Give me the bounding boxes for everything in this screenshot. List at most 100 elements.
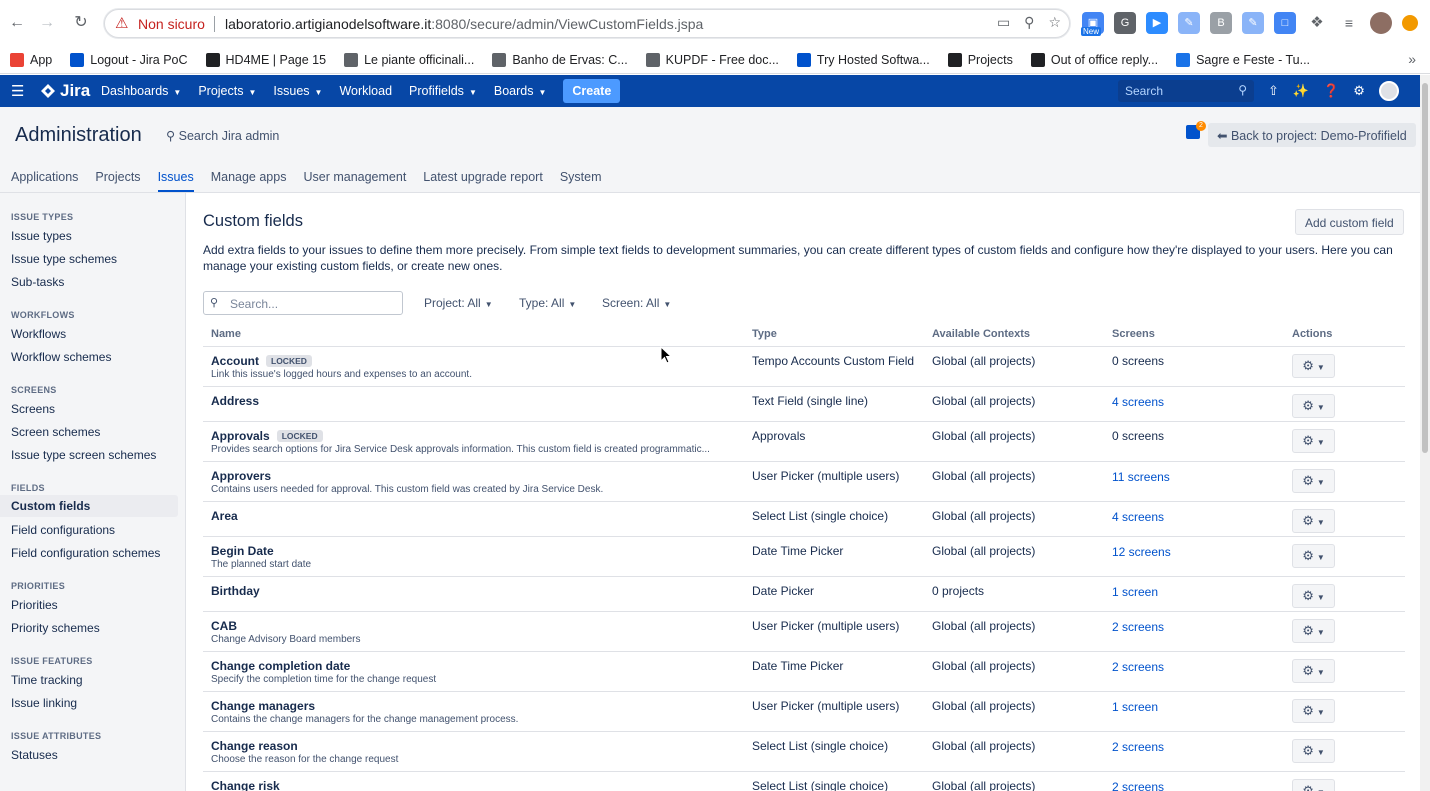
- bookmark-item[interactable]: HD4ME | Page 15: [205, 52, 326, 67]
- nav-menu-profifields[interactable]: Profifields ▼: [409, 84, 477, 98]
- tab-issues[interactable]: Issues: [157, 170, 194, 192]
- extension-icon[interactable]: ✎: [1178, 12, 1200, 34]
- sidebar-item-issue-types[interactable]: Issue types: [11, 229, 72, 243]
- bookmark-item[interactable]: App: [10, 52, 52, 67]
- sidebar-item-statuses[interactable]: Statuses: [11, 748, 58, 762]
- field-screens-link[interactable]: 1 screen: [1112, 585, 1158, 599]
- back-arrow-icon[interactable]: ←: [6, 12, 28, 34]
- actions-button[interactable]: ⚙▼: [1292, 544, 1335, 568]
- bookmark-star-icon[interactable]: ☆: [1048, 14, 1061, 31]
- actions-button[interactable]: ⚙▼: [1292, 779, 1335, 791]
- forward-arrow-icon[interactable]: →: [36, 12, 58, 34]
- actions-button[interactable]: ⚙▼: [1292, 739, 1335, 763]
- field-screens-link[interactable]: 12 screens: [1112, 545, 1171, 559]
- extension-icon[interactable]: ✎: [1242, 12, 1264, 34]
- bookmark-item[interactable]: Le piante officinali...: [344, 52, 474, 67]
- actions-button[interactable]: ⚙▼: [1292, 699, 1335, 723]
- page-scrollbar[interactable]: [1420, 75, 1430, 791]
- actions-button[interactable]: ⚙▼: [1292, 659, 1335, 683]
- field-name[interactable]: Change managers: [211, 699, 315, 713]
- field-screens-link[interactable]: 1 screen: [1112, 700, 1158, 714]
- sidebar-item-field-configurations[interactable]: Field configurations: [11, 523, 115, 537]
- bookmark-item[interactable]: Out of office reply...: [1030, 52, 1158, 67]
- nav-menu-dashboards[interactable]: Dashboards ▼: [101, 84, 181, 98]
- field-screens-link[interactable]: 11 screens: [1112, 470, 1170, 484]
- tab-manage-apps[interactable]: Manage apps: [211, 170, 287, 192]
- sidebar-item-screens[interactable]: Screens: [11, 402, 55, 416]
- actions-button[interactable]: ⚙▼: [1292, 429, 1335, 453]
- sidebar-item-custom-fields[interactable]: Custom fields: [0, 495, 178, 517]
- field-search-input[interactable]: ⚲ Search...: [203, 291, 403, 315]
- reading-list-icon[interactable]: ≡: [1338, 12, 1360, 34]
- scroll-thumb[interactable]: [1422, 83, 1428, 453]
- field-name[interactable]: CAB: [211, 619, 237, 633]
- field-name[interactable]: Area: [211, 509, 238, 523]
- field-name[interactable]: Approvers: [211, 469, 271, 483]
- sidebar-item-screen-schemes[interactable]: Screen schemes: [11, 425, 100, 439]
- insecure-label[interactable]: Non sicuro: [138, 16, 205, 32]
- nav-menu-projects[interactable]: Projects ▼: [198, 84, 256, 98]
- add-custom-field-button[interactable]: Add custom field: [1295, 209, 1404, 235]
- url-text[interactable]: laboratorio.artigianodelsoftware.it:8080…: [225, 16, 703, 32]
- profile-avatar[interactable]: [1370, 12, 1392, 34]
- field-name[interactable]: Birthday: [211, 584, 260, 598]
- update-icon[interactable]: [1402, 15, 1418, 31]
- field-screens-link[interactable]: 4 screens: [1112, 395, 1164, 409]
- sidebar-item-issue-linking[interactable]: Issue linking: [11, 696, 77, 710]
- admin-search-link[interactable]: ⚲ Search Jira admin: [166, 128, 279, 143]
- type-filter[interactable]: Type: All ▼: [519, 296, 576, 310]
- avatar[interactable]: [1378, 81, 1399, 101]
- field-screens-link[interactable]: 2 screens: [1112, 740, 1164, 754]
- cast-icon[interactable]: ▭: [997, 14, 1010, 31]
- column-header-name[interactable]: Name: [211, 328, 241, 340]
- jira-logo[interactable]: Jira: [40, 81, 90, 101]
- extension-icon[interactable]: □: [1274, 12, 1296, 34]
- field-screens-link[interactable]: 2 screens: [1112, 620, 1164, 634]
- address-bar[interactable]: ⚠ Non sicuro laboratorio.artigianodelsof…: [104, 9, 1070, 38]
- tab-system[interactable]: System: [560, 170, 602, 192]
- back-to-project-button[interactable]: ⬅ Back to project: Demo-Profifield: [1208, 123, 1416, 147]
- sidebar-item-workflow-schemes[interactable]: Workflow schemes: [11, 350, 111, 364]
- field-name[interactable]: Approvals LOCKED: [211, 429, 323, 443]
- field-screens-link[interactable]: 4 screens: [1112, 510, 1164, 524]
- field-name[interactable]: Change risk: [211, 779, 280, 791]
- field-screens-link[interactable]: 2 screens: [1112, 780, 1164, 791]
- actions-button[interactable]: ⚙▼: [1292, 509, 1335, 533]
- tab-projects[interactable]: Projects: [95, 170, 140, 192]
- upload-icon[interactable]: ⇧: [1268, 83, 1279, 99]
- actions-button[interactable]: ⚙▼: [1292, 619, 1335, 643]
- sidebar-item-field-configuration-schemes[interactable]: Field configuration schemes: [11, 546, 160, 560]
- zoom-meeting-icon[interactable]: ▶: [1146, 12, 1168, 34]
- nav-menu-workload[interactable]: Workload: [339, 84, 392, 98]
- puzzle-icon[interactable]: ❖: [1306, 12, 1328, 34]
- grammarly-icon[interactable]: G: [1114, 12, 1136, 34]
- screen-filter[interactable]: Screen: All ▼: [602, 296, 671, 310]
- actions-button[interactable]: ⚙▼: [1292, 469, 1335, 493]
- bookmark-item[interactable]: Banho de Ervas: C...: [492, 52, 628, 67]
- field-name[interactable]: Change completion date: [211, 659, 350, 673]
- tab-latest-upgrade-report[interactable]: Latest upgrade report: [423, 170, 543, 192]
- menu-icon[interactable]: ☰: [11, 82, 24, 100]
- field-name[interactable]: Begin Date: [211, 544, 274, 558]
- extension-icon[interactable]: B: [1210, 12, 1232, 34]
- field-name[interactable]: Account LOCKED: [211, 354, 312, 368]
- reload-icon[interactable]: ↻: [70, 12, 92, 34]
- actions-button[interactable]: ⚙▼: [1292, 584, 1335, 608]
- help-icon[interactable]: ❓: [1323, 83, 1339, 99]
- create-button[interactable]: Create: [563, 79, 621, 103]
- nav-menu-boards[interactable]: Boards ▼: [494, 84, 547, 98]
- bookmark-item[interactable]: Sagre e Feste - Tu...: [1176, 52, 1310, 67]
- project-filter[interactable]: Project: All ▼: [424, 296, 493, 310]
- sidebar-item-time-tracking[interactable]: Time tracking: [11, 673, 83, 687]
- jira-search-input[interactable]: Search ⚲: [1118, 80, 1254, 102]
- field-name[interactable]: Address: [211, 394, 259, 408]
- gear-icon[interactable]: ⚙: [1353, 83, 1365, 99]
- field-name[interactable]: Change reason: [211, 739, 298, 753]
- sidebar-item-issue-type-screen-schemes[interactable]: Issue type screen schemes: [11, 448, 156, 462]
- actions-button[interactable]: ⚙▼: [1292, 354, 1335, 378]
- megaphone-icon[interactable]: ✨: [1293, 83, 1309, 99]
- field-screens-link[interactable]: 2 screens: [1112, 660, 1164, 674]
- actions-button[interactable]: ⚙▼: [1292, 394, 1335, 418]
- tab-applications[interactable]: Applications: [11, 170, 78, 192]
- more-bookmarks-icon[interactable]: »: [1408, 51, 1416, 67]
